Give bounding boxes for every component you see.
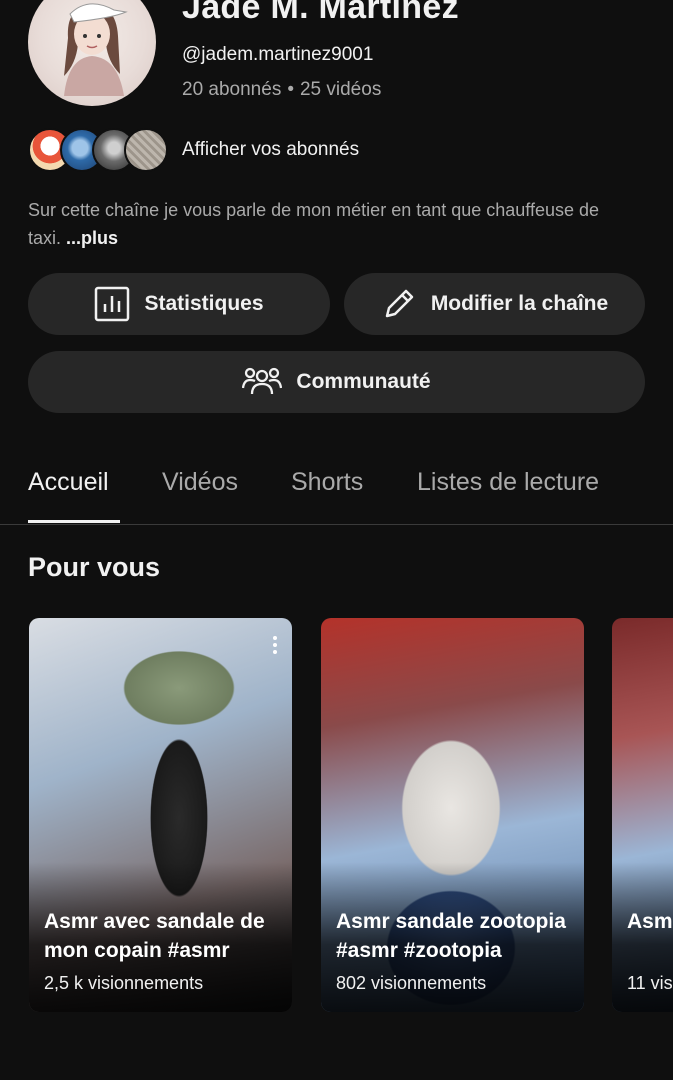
edit-channel-label: Modifier la chaîne — [430, 292, 609, 315]
active-tab-indicator — [28, 520, 120, 523]
short-card[interactable]: Asmr 🩵 a 11 vis — [612, 618, 673, 1012]
short-card[interactable]: Asmr avec sandale de mon copain #asmr 2,… — [29, 618, 292, 1012]
short-views: 2,5 k visionnements — [44, 973, 204, 993]
subscribers-row[interactable]: Afficher vos abonnés — [28, 128, 428, 172]
short-views: 11 vis — [627, 973, 673, 993]
channel-meta: 20 abonnés • 25 vidéos — [182, 79, 381, 101]
tab-playlists[interactable]: Listes de lecture — [417, 468, 599, 497]
channel-description[interactable]: Sur cette chaîne je vous parle de mon mé… — [28, 196, 628, 252]
channel-tabs: Accueil Vidéos Shorts Listes de lecture — [0, 460, 673, 525]
channel-handle: @jadem.martinez9001 — [182, 44, 374, 65]
more-options-icon[interactable] — [272, 636, 278, 656]
tab-home[interactable]: Accueil — [28, 468, 109, 497]
bar-chart-icon — [95, 286, 130, 322]
channel-avatar[interactable] — [28, 0, 156, 106]
subscriber-avatar — [124, 128, 168, 172]
short-title: Asmr avec sandale de mon copain #asmr — [44, 910, 265, 962]
people-icon — [242, 367, 283, 395]
short-card[interactable]: Asmr sandale zootopia #asmr #zootopia 80… — [321, 618, 584, 1012]
channel-name: Jade M. Martinez — [182, 0, 459, 26]
community-button[interactable]: Communauté — [28, 351, 645, 413]
short-title: Asmr 🩵 a — [627, 910, 673, 933]
pencil-icon — [385, 289, 414, 318]
subscriber-count: 20 abonnés — [182, 79, 282, 100]
edit-channel-button[interactable]: Modifier la chaîne — [344, 273, 645, 335]
meta-separator: • — [287, 79, 294, 100]
description-more-link[interactable]: ...plus — [66, 228, 118, 248]
statistics-button[interactable]: Statistiques — [28, 273, 330, 335]
short-title: Asmr sandale zootopia #asmr #zootopia — [336, 910, 566, 962]
tab-shorts[interactable]: Shorts — [291, 468, 363, 497]
show-subscribers-link[interactable]: Afficher vos abonnés — [182, 139, 359, 161]
tab-videos[interactable]: Vidéos — [162, 468, 238, 497]
avatar-illustration — [64, 3, 128, 96]
statistics-label: Statistiques — [144, 292, 264, 315]
short-views: 802 visionnements — [336, 973, 487, 993]
section-title: Pour vous — [28, 552, 161, 582]
video-count: 25 vidéos — [299, 79, 382, 100]
community-label: Communauté — [296, 370, 431, 393]
